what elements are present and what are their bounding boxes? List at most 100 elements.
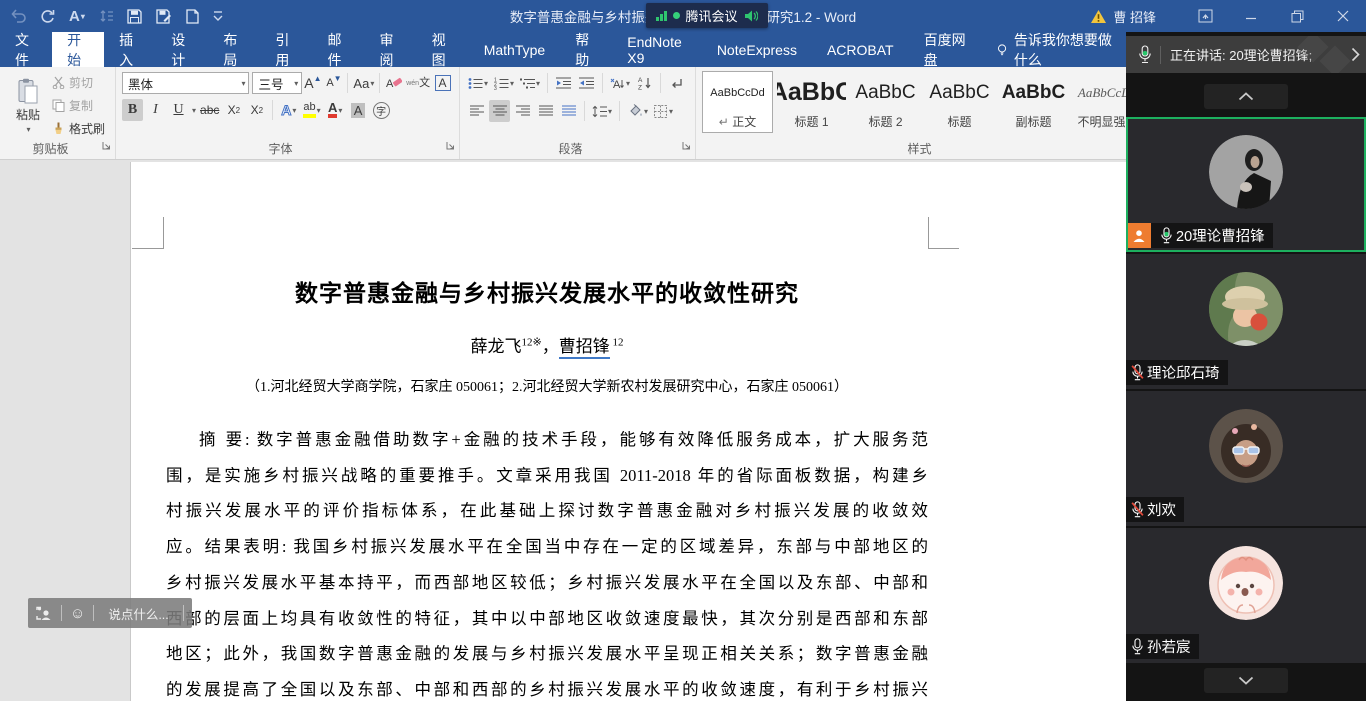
meeting-floating-pill[interactable]: 腾讯会议: [646, 3, 768, 28]
abstract-line: 乡村振兴发展水平基本持平，而西部地区较低；乡村振兴发展水平在全国以及东部、中部和: [166, 572, 928, 592]
tab-review[interactable]: 审阅: [365, 32, 417, 68]
clear-formatting-button[interactable]: A: [383, 72, 404, 94]
members-icon[interactable]: [36, 606, 53, 621]
tab-references[interactable]: 引用: [260, 32, 312, 68]
decrease-indent-button[interactable]: [553, 72, 574, 94]
tab-design[interactable]: 设计: [156, 32, 208, 68]
highlight-button[interactable]: ab ▾: [301, 99, 322, 121]
shading-button[interactable]: ▾: [625, 100, 650, 122]
enclose-characters-button[interactable]: 字: [371, 99, 392, 121]
align-center-button[interactable]: [489, 100, 510, 122]
character-border-button[interactable]: A: [432, 72, 453, 94]
grow-font-button[interactable]: A ▲: [302, 72, 323, 94]
font-name-combo[interactable]: 黑体 ▾: [122, 72, 250, 94]
collapse-videos-button[interactable]: [1204, 84, 1288, 109]
restore-button[interactable]: [1274, 0, 1320, 32]
italic-button[interactable]: I: [145, 99, 166, 121]
meeting-chat-widget[interactable]: ☺ 说点什么...: [28, 598, 192, 628]
show-hide-marks-button[interactable]: [666, 72, 687, 94]
minimize-button[interactable]: [1228, 0, 1274, 32]
abstract-line: 地区；此外，我国数字普惠金融的发展与乡村振兴发展水平呈现正相关关系；数字普惠金融: [166, 644, 928, 664]
tab-noteexpress[interactable]: NoteExpress: [702, 32, 812, 67]
bullets-button[interactable]: ▾: [466, 72, 490, 94]
expand-videos-button[interactable]: [1204, 668, 1288, 693]
cut-button[interactable]: 剪切: [52, 73, 105, 92]
copy-button[interactable]: 复制: [52, 96, 105, 115]
sort-button[interactable]: AZ: [634, 72, 655, 94]
bold-button[interactable]: B: [122, 99, 143, 121]
new-document-icon[interactable]: [186, 8, 199, 24]
align-left-button[interactable]: [466, 100, 487, 122]
tab-insert[interactable]: 插入: [104, 32, 156, 68]
redo-icon[interactable]: [40, 9, 55, 23]
clipboard-dialog-launcher[interactable]: [102, 137, 111, 155]
change-case-label: Aa: [353, 75, 370, 91]
abstract-line: 的发展提高了全国以及东部、中部和西部的乡村振兴发展水平的收敛速度，有利于乡村振兴: [166, 679, 928, 699]
font-color-button[interactable]: A ▾: [325, 99, 346, 121]
character-shading-button[interactable]: A: [348, 99, 369, 121]
asian-layout-button[interactable]: A ▾: [608, 72, 632, 94]
line-spacing-icon[interactable]: [99, 9, 113, 23]
style-normal[interactable]: AaBbCcDd正文: [702, 71, 773, 133]
style-subtitle[interactable]: AaBbC 副标题: [998, 71, 1069, 133]
participant-tile[interactable]: 孙若宸: [1126, 528, 1366, 663]
tab-file[interactable]: 文件: [0, 32, 52, 68]
borders-button[interactable]: ▾: [652, 100, 675, 122]
mic-on-icon: [1160, 227, 1173, 244]
mic-on-icon: [1131, 638, 1144, 655]
style-title[interactable]: AaBbC 标题: [924, 71, 995, 133]
text-boundary-mark-left: [132, 217, 164, 249]
participant-tile[interactable]: 20理论曹招锋: [1126, 117, 1366, 252]
superscript-button[interactable]: X2: [246, 99, 267, 121]
strikethrough-button[interactable]: abc: [198, 99, 221, 121]
underline-dropdown[interactable]: ▾: [192, 106, 196, 115]
tab-mathtype[interactable]: MathType: [469, 32, 560, 67]
paragraph-dialog-launcher[interactable]: [682, 137, 691, 155]
save-as-icon[interactable]: [156, 8, 172, 24]
participant-label: 孙若宸: [1126, 634, 1199, 659]
participant-tile[interactable]: 理论邱石琦: [1126, 254, 1366, 389]
tab-help[interactable]: 帮助: [560, 32, 612, 68]
eraser-icon: A: [386, 77, 402, 90]
format-painter-button[interactable]: 格式刷: [52, 119, 105, 138]
multilevel-list-button[interactable]: ▾: [518, 72, 542, 94]
justify-button[interactable]: [535, 100, 556, 122]
ribbon-display-options-button[interactable]: [1182, 0, 1228, 32]
numbering-button[interactable]: 1 2 3 ▾: [492, 72, 516, 94]
tab-acrobat[interactable]: ACROBAT: [812, 32, 909, 67]
shrink-font-button[interactable]: A ▼: [323, 72, 344, 94]
undo-icon[interactable]: [10, 9, 26, 23]
participant-tile[interactable]: 刘欢: [1126, 391, 1366, 526]
phonetic-guide-button[interactable]: wén 文: [404, 72, 432, 94]
change-case-button[interactable]: Aa ▾: [351, 72, 376, 94]
tab-baidu-netdisk[interactable]: 百度网盘: [909, 32, 983, 68]
abstract-line: 应。结果表明: 我国乡村振兴发展水平在全国当中存在一定的区域差异，东部与中部地区…: [166, 537, 928, 557]
text-effects-button[interactable]: A ▾: [278, 99, 299, 121]
tell-me-box[interactable]: 告诉我你想要做什么: [983, 32, 1126, 68]
close-button[interactable]: [1320, 0, 1366, 32]
account-area[interactable]: 曹 招锋: [1090, 7, 1156, 26]
subscript-button[interactable]: X2: [223, 99, 244, 121]
font-style-icon[interactable]: A ▾: [69, 8, 85, 25]
paste-button[interactable]: 粘贴 ▾: [8, 73, 48, 139]
style-heading2[interactable]: AaBbC 标题 2: [850, 71, 921, 133]
tab-endnote[interactable]: EndNote X9: [612, 32, 702, 67]
tab-view[interactable]: 视图: [417, 32, 469, 68]
style-subtle-emphasis[interactable]: AaBbCcDd不明显强调: [1072, 71, 1126, 133]
emoji-icon[interactable]: ☺: [70, 606, 85, 621]
style-heading1[interactable]: AaBbC标题 1: [776, 71, 847, 133]
expand-bar-chevron-icon[interactable]: [1351, 47, 1360, 62]
underline-button[interactable]: U: [168, 99, 189, 121]
customize-qat-icon[interactable]: [213, 10, 223, 22]
align-right-button[interactable]: [512, 100, 533, 122]
distributed-button[interactable]: [558, 100, 579, 122]
font-dialog-launcher[interactable]: [446, 137, 455, 155]
line-spacing-button[interactable]: ▾: [590, 100, 614, 122]
font-size-combo[interactable]: 三号 ▾: [252, 72, 303, 94]
tab-layout[interactable]: 布局: [208, 32, 260, 68]
increase-indent-button[interactable]: [576, 72, 597, 94]
tab-mailings[interactable]: 邮件: [312, 32, 364, 68]
chat-input-placeholder[interactable]: 说点什么...: [102, 604, 174, 623]
save-icon[interactable]: [127, 8, 142, 24]
tab-home[interactable]: 开始: [52, 32, 105, 68]
